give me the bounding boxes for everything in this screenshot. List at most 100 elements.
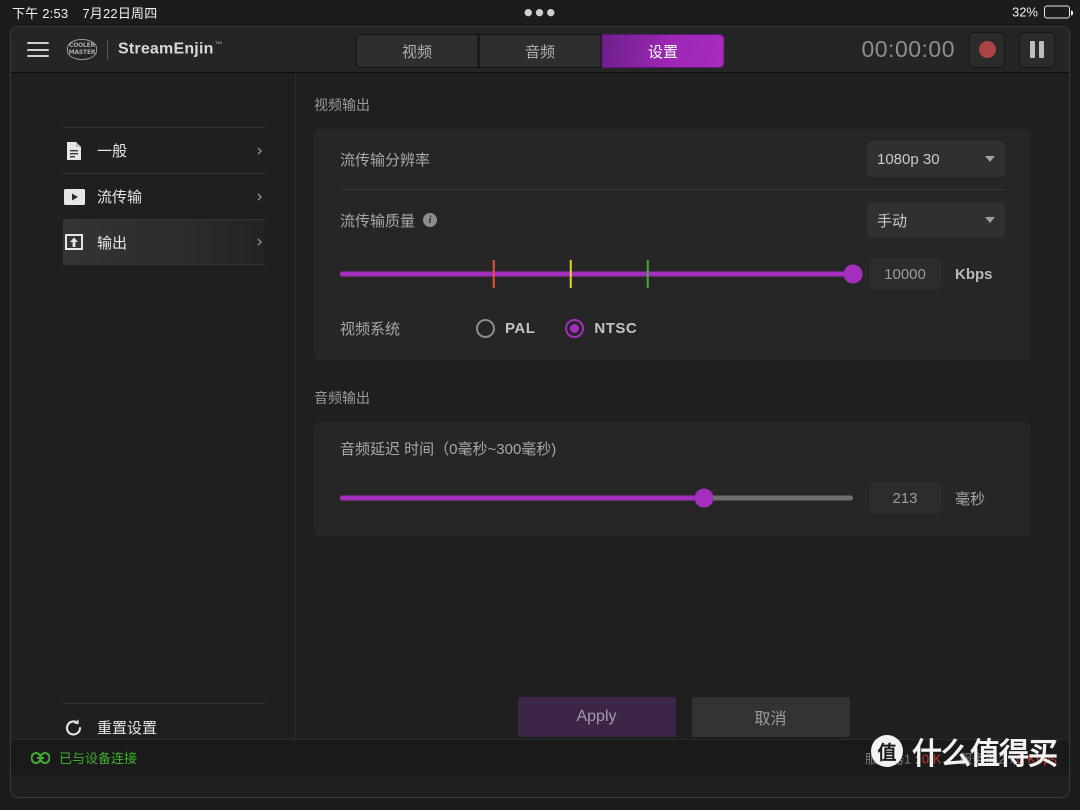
resolution-label: 流传输分辨率: [340, 151, 431, 169]
audio-output-section: 音频输出 音频延迟 时间（0毫秒~300毫秒) 213 毫秒: [296, 360, 1069, 536]
server2-label: 服务器2 :: [959, 751, 1013, 766]
sidebar-item-label: 输出: [97, 234, 128, 252]
bitrate-slider[interactable]: [340, 259, 863, 289]
application-window: COOLER MASTER StreamEnjin™ 视频 音频 设置 00:0…: [10, 26, 1070, 798]
chevron-right-icon: ›: [256, 232, 263, 252]
connection-status-label: 已与设备连接: [59, 751, 138, 766]
header-controls: 00:00:00: [861, 31, 1055, 68]
pause-button[interactable]: [1019, 31, 1055, 68]
radio-icon-selected: [565, 318, 585, 338]
resolution-select[interactable]: 1080p 30: [867, 141, 1005, 177]
chevron-down-icon: [985, 217, 995, 223]
reset-arrow-icon: [63, 716, 85, 738]
os-menu-dots-icon[interactable]: ●●●: [523, 4, 557, 21]
slider-knob[interactable]: [694, 488, 714, 508]
server-status: 服务器1 : 0 K 服务器2 : 0 Kbps: [865, 748, 1057, 767]
server1-label: 服务器1 :: [864, 751, 919, 766]
sidebar-item-output[interactable]: 输出 ›: [63, 219, 265, 265]
app-body: 一般 › 流传输 › 输出 › 重置设置 视频输出 流传输分辨率 1080p 3…: [11, 73, 1069, 775]
settings-content: 视频输出 流传输分辨率 1080p 30 流传输质量 i 手动 10000 Kb…: [296, 73, 1069, 775]
sidebar-nav: 一般 › 流传输 › 输出 ›: [63, 127, 265, 265]
server1-status: 服务器1 : 0 K: [865, 748, 942, 767]
slider-tick-yellow: [569, 260, 573, 288]
record-icon: [978, 41, 996, 58]
audio-delay-row: 音频延迟 时间（0毫秒~300毫秒): [314, 422, 1031, 474]
quality-mode-value: 手动: [877, 212, 908, 230]
info-icon[interactable]: i: [423, 213, 438, 227]
video-system-label: 视频系统: [340, 320, 401, 338]
os-date: 7月22日周四: [82, 5, 158, 21]
brand-divider: [107, 39, 108, 60]
bitrate-unit-label: Kbps: [955, 265, 993, 283]
sidebar-item-general[interactable]: 一般 ›: [63, 127, 265, 173]
tab-audio[interactable]: 音频: [478, 34, 602, 68]
logo-line-2: MASTER: [68, 48, 96, 56]
pause-icon: [1030, 41, 1044, 58]
bitrate-slider-row: 10000 Kbps: [314, 250, 1031, 306]
audio-output-title: 音频输出: [314, 390, 370, 406]
audio-delay-slider-row: 213 毫秒: [314, 474, 1031, 536]
record-button[interactable]: [969, 31, 1005, 68]
connection-status: 已与设备连接: [31, 748, 137, 767]
os-status-bar: 下午 2:53 7月22日周四 ●●● 32%: [0, 0, 1080, 24]
quality-label: 流传输质量: [340, 212, 416, 230]
sidebar-item-streaming[interactable]: 流传输 ›: [63, 173, 265, 219]
cooler-master-logo-icon: COOLER MASTER: [67, 39, 97, 60]
upload-icon: [63, 231, 85, 253]
resolution-value: 1080p 30: [877, 150, 940, 168]
battery-icon: [1044, 5, 1073, 19]
battery-percent-label: 32%: [1011, 4, 1038, 20]
video-system-row: 视频系统 PAL NTSC: [314, 306, 1031, 360]
radio-icon: [476, 318, 496, 338]
os-battery-area: 32%: [1011, 4, 1073, 20]
chevron-down-icon: [985, 156, 995, 162]
radio-pal-label: PAL: [505, 319, 536, 337]
radio-pal[interactable]: PAL: [476, 318, 536, 338]
video-system-options: PAL NTSC: [476, 318, 638, 338]
audio-delay-slider[interactable]: [340, 483, 853, 513]
link-icon: [31, 751, 50, 764]
audio-delay-label: 音频延迟 时间（0毫秒~300毫秒): [340, 440, 557, 458]
app-header: COOLER MASTER StreamEnjin™ 视频 音频 设置 00:0…: [11, 27, 1069, 73]
audio-delay-input[interactable]: 213: [869, 482, 941, 514]
sidebar-item-label: 一般: [97, 143, 128, 160]
sidebar: 一般 › 流传输 › 输出 › 重置设置: [11, 73, 296, 775]
recording-timer: 00:00:00: [861, 36, 955, 62]
play-video-icon: [63, 186, 85, 208]
action-buttons: Apply 取消: [296, 697, 1069, 737]
slider-knob[interactable]: [843, 264, 863, 284]
server2-value: 0 Kbps: [1016, 751, 1057, 766]
quality-mode-select[interactable]: 手动: [867, 202, 1005, 238]
document-icon: [63, 140, 85, 162]
hamburger-menu-icon[interactable]: [27, 42, 49, 57]
sidebar-item-label: 流传输: [97, 189, 143, 206]
trademark-symbol: ™: [214, 40, 223, 50]
chevron-right-icon: ›: [256, 140, 263, 161]
slider-fill: [340, 271, 853, 277]
bitrate-input[interactable]: 10000: [869, 258, 941, 290]
slider-tick-green: [646, 260, 650, 288]
server1-value: 0 K: [921, 751, 942, 766]
quality-row: 流传输质量 i 手动: [314, 190, 1031, 250]
brand-area: COOLER MASTER StreamEnjin™: [67, 39, 223, 60]
server2-status: 服务器2 : 0 Kbps: [959, 748, 1057, 767]
chevron-right-icon: ›: [256, 186, 263, 207]
slider-fill: [340, 495, 705, 501]
status-bar: 已与设备连接 服务器1 : 0 K 服务器2 : 0 Kbps 值 什么值得买: [11, 735, 1069, 775]
cancel-button[interactable]: 取消: [691, 697, 850, 737]
video-output-card: 流传输分辨率 1080p 30 流传输质量 i 手动 10000 Kbps 视频…: [314, 129, 1031, 360]
radio-ntsc-label: NTSC: [594, 319, 638, 337]
audio-output-card: 音频延迟 时间（0毫秒~300毫秒) 213 毫秒: [314, 422, 1031, 536]
apply-button[interactable]: Apply: [517, 697, 676, 737]
main-tabs: 视频 音频 设置: [355, 34, 725, 68]
video-output-section: 视频输出 流传输分辨率 1080p 30 流传输质量 i 手动 10000 Kb…: [296, 73, 1069, 360]
tab-video[interactable]: 视频: [355, 34, 479, 68]
slider-tick-red: [492, 260, 496, 288]
tab-settings[interactable]: 设置: [601, 34, 725, 68]
os-clock: 下午 2:53: [12, 5, 69, 21]
radio-ntsc[interactable]: NTSC: [565, 318, 638, 338]
app-title: StreamEnjin™: [118, 40, 223, 58]
reset-settings-label: 重置设置: [97, 719, 158, 737]
app-title-text: StreamEnjin: [118, 40, 214, 58]
resolution-row: 流传输分辨率 1080p 30: [314, 129, 1031, 189]
